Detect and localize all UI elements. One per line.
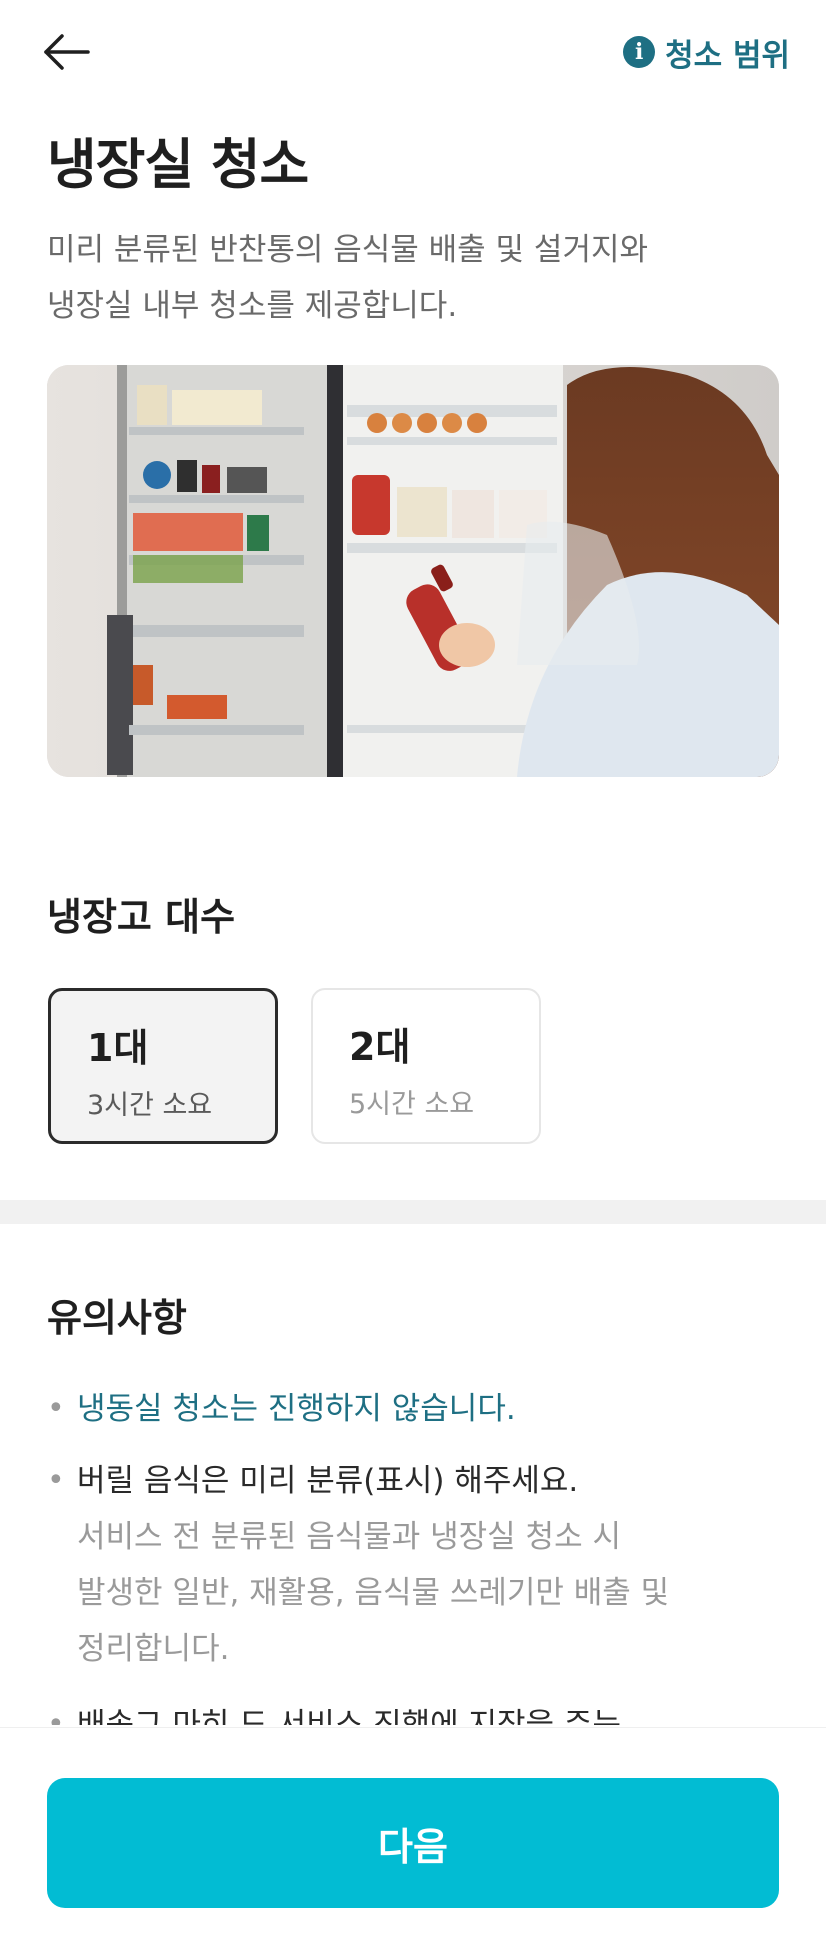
- bullet: •: [47, 1463, 65, 1498]
- option-duration: 5시간 소요: [349, 1089, 475, 1120]
- notice-item: • 버릴 음식은 미리 분류(표시) 해주세요. 서비스 전 분류된 음식물과 …: [47, 1457, 787, 1677]
- top-bar: i 청소 범위: [0, 0, 826, 104]
- option-label: 1대: [87, 1026, 149, 1070]
- notice-text: 배송그 마히 드 서비스 진행에 지장을 주는: [77, 1707, 621, 1725]
- info-icon: i: [623, 36, 656, 68]
- fridge-count-option-1[interactable]: 1대 3시간 소요: [48, 988, 278, 1144]
- arrow-left-icon: [44, 34, 90, 70]
- bullet: •: [47, 1391, 65, 1426]
- fridge-photo-illustration: [47, 365, 779, 777]
- bottom-action-bar: 다음: [0, 1727, 826, 1957]
- notice-item: • 배송그 마히 드 서비스 진행에 지장을 주는: [47, 1701, 787, 1725]
- option-duration: 3시간 소요: [87, 1090, 213, 1121]
- cleaning-scope-link[interactable]: i 청소 범위: [623, 32, 790, 74]
- fridge-count-option-2[interactable]: 2대 5시간 소요: [311, 988, 541, 1144]
- notice-item: • 냉동실 청소는 진행하지 않습니다.: [47, 1385, 787, 1433]
- notice-text: 냉동실 청소는 진행하지 않습니다.: [77, 1391, 516, 1427]
- hero-image: [47, 365, 779, 777]
- page-title: 냉장실 청소: [47, 133, 309, 196]
- notice-list: • 냉동실 청소는 진행하지 않습니다. • 버릴 음식은 미리 분류(표시) …: [47, 1385, 787, 1725]
- notice-detail: 서비스 전 분류된 음식물과 냉장실 청소 시 발생한 일반, 재활용, 음식물…: [77, 1519, 670, 1667]
- bullet: •: [47, 1707, 65, 1725]
- notices-title: 유의사항: [47, 1296, 187, 1340]
- section-divider: [0, 1200, 826, 1224]
- page-description: 미리 분류된 반찬통의 음식물 배출 및 설거지와 냉장실 내부 청소를 제공합…: [47, 232, 649, 324]
- option-label: 2대: [349, 1025, 411, 1069]
- cleaning-scope-label: 청소 범위: [665, 37, 790, 74]
- notice-text: 버릴 음식은 미리 분류(표시) 해주세요.: [77, 1463, 579, 1499]
- back-button[interactable]: [40, 28, 92, 76]
- fridge-count-title: 냉장고 대수: [47, 895, 236, 939]
- next-button[interactable]: 다음: [47, 1778, 779, 1908]
